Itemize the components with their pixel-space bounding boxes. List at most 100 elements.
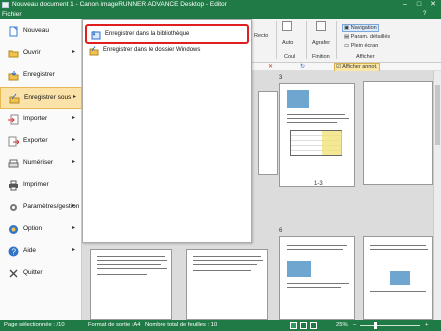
text-line bbox=[287, 118, 349, 119]
agrafer-button[interactable]: Agrafer bbox=[310, 39, 332, 47]
selected-page-status: Page sélectionnée : /10 bbox=[4, 322, 65, 328]
submenu-arrow-icon: ▸ bbox=[72, 247, 76, 253]
page-image bbox=[287, 90, 309, 108]
library-save-icon bbox=[91, 31, 101, 40]
vertical-scrollbar[interactable] bbox=[433, 71, 441, 320]
text-line bbox=[97, 264, 161, 265]
zoom-slider-knob[interactable] bbox=[374, 322, 377, 329]
rotate-icon[interactable]: ↻ bbox=[300, 63, 305, 70]
zoom-in-icon[interactable]: + bbox=[425, 320, 428, 331]
view-mode-icon[interactable] bbox=[300, 322, 307, 329]
text-line bbox=[370, 249, 428, 250]
menu-item-exporter[interactable]: Exporter ▸ bbox=[0, 131, 82, 153]
app-icon bbox=[2, 2, 9, 8]
menu-item-numeriser[interactable]: Numériser ▸ bbox=[0, 153, 82, 175]
submenu-arrow-icon: ▸ bbox=[72, 49, 76, 55]
menu-item-enregistrer[interactable]: Enregistrer bbox=[0, 65, 82, 87]
page-thumbnail[interactable] bbox=[363, 81, 433, 185]
navigation-button[interactable]: ▣ Navigation bbox=[342, 24, 379, 32]
menu-item-option[interactable]: Option ▸ bbox=[0, 219, 82, 241]
delete-icon[interactable]: ✕ bbox=[268, 63, 273, 70]
text-line bbox=[193, 256, 261, 257]
option-icon bbox=[9, 225, 18, 234]
text-line bbox=[193, 270, 251, 271]
help-icon[interactable]: ? bbox=[423, 11, 430, 18]
scan-icon bbox=[8, 159, 19, 168]
page-number: 3 bbox=[279, 75, 283, 81]
text-line bbox=[97, 256, 165, 257]
total-sheets-status: Nombre total de feuilles : 10 bbox=[145, 322, 218, 328]
maximize-icon[interactable]: □ bbox=[414, 0, 424, 10]
staple-icon bbox=[316, 21, 326, 31]
text-line bbox=[287, 287, 341, 288]
menu-item-nouveau[interactable]: Nouveau bbox=[0, 21, 82, 43]
text-line bbox=[287, 283, 349, 284]
text-line bbox=[97, 268, 167, 269]
save-to-library-item[interactable]: Enregistrer dans la bibliothèque bbox=[85, 24, 249, 44]
menu-item-quitter[interactable]: Quitter bbox=[0, 263, 82, 285]
export-icon bbox=[8, 136, 19, 147]
color-group-label: Coul bbox=[284, 54, 296, 60]
submenu-arrow-icon: ▸ bbox=[72, 225, 76, 231]
minimize-icon[interactable]: – bbox=[400, 0, 410, 10]
page-thumbnail[interactable] bbox=[363, 236, 433, 320]
page-range-label: 1-3 bbox=[314, 181, 323, 187]
page-image bbox=[390, 271, 410, 285]
full-screen-button[interactable]: ▭ Plein écran bbox=[342, 42, 380, 50]
ribbon: Recto Auto Coul Agrafer Finition ▣ Navig… bbox=[250, 19, 441, 63]
text-line bbox=[287, 122, 337, 123]
zoom-slider[interactable] bbox=[360, 325, 420, 326]
menu-bar: Fichier ? bbox=[0, 10, 441, 19]
page-thumbnail[interactable] bbox=[90, 249, 172, 320]
save-to-windows-folder-item[interactable]: Enregistrer dans le dossier Windows bbox=[85, 42, 249, 62]
finishing-group-label: Finition bbox=[312, 54, 330, 60]
save-icon bbox=[8, 71, 19, 81]
recto-button[interactable]: Recto bbox=[252, 32, 270, 40]
title-bar: Nouveau document 1 - Canon imageRUNNER A… bbox=[0, 0, 441, 10]
close-window-icon[interactable]: ✕ bbox=[428, 0, 438, 10]
text-line bbox=[370, 245, 426, 246]
menu-item-enregistrer-sous[interactable]: Enregistrer sous ▸ bbox=[0, 87, 82, 109]
page-number: 6 bbox=[279, 228, 283, 234]
text-line bbox=[97, 274, 147, 275]
submenu-arrow-icon: ▸ bbox=[72, 115, 76, 121]
file-menu: Nouveau Ouvrir ▸ Enregistrer Enregistrer … bbox=[0, 19, 82, 320]
open-folder-icon bbox=[8, 50, 19, 58]
submenu-arrow-icon: ▸ bbox=[73, 94, 77, 100]
ribbon-separator bbox=[276, 21, 277, 59]
ribbon-separator bbox=[306, 21, 307, 59]
save-as-submenu: Enregistrer dans la bibliothèque Enregis… bbox=[82, 19, 252, 243]
zoom-out-icon[interactable]: – bbox=[353, 320, 356, 331]
output-format-status: Format de sortie :A4 bbox=[88, 322, 141, 328]
close-icon bbox=[9, 269, 18, 278]
menu-item-imprimer[interactable]: Imprimer bbox=[0, 175, 82, 197]
submenu-arrow-icon: ▸ bbox=[72, 137, 76, 143]
page-thumbnail[interactable] bbox=[279, 83, 355, 187]
detailed-settings-button[interactable]: ▤ Param. détaillés bbox=[342, 33, 392, 41]
menu-item-importer[interactable]: Importer ▸ bbox=[0, 109, 82, 131]
zoom-level: 25% bbox=[336, 322, 348, 328]
table-highlight bbox=[322, 131, 342, 155]
page-thumbnail[interactable] bbox=[258, 91, 278, 175]
page-thumbnail[interactable] bbox=[186, 249, 268, 320]
menu-item-ouvrir[interactable]: Ouvrir ▸ bbox=[0, 43, 82, 65]
view-group-label: Afficher bbox=[356, 54, 375, 60]
printer-icon bbox=[9, 180, 18, 191]
text-line bbox=[193, 260, 263, 261]
menu-item-parametres[interactable]: Paramètres/gestion ▸ bbox=[0, 197, 82, 219]
color-mode-icon bbox=[282, 21, 292, 31]
view-mode-icon[interactable] bbox=[310, 322, 317, 329]
submenu-arrow-icon: ▸ bbox=[72, 203, 76, 209]
window-title: Nouveau document 1 - Canon imageRUNNER A… bbox=[12, 1, 227, 8]
page-thumbnail[interactable] bbox=[279, 236, 355, 320]
auto-button[interactable]: Auto bbox=[280, 39, 295, 47]
file-tab[interactable]: Fichier bbox=[2, 10, 22, 19]
view-mode-icon[interactable] bbox=[290, 322, 297, 329]
text-line bbox=[287, 249, 343, 250]
scrollbar-thumb[interactable] bbox=[435, 85, 440, 145]
new-document-icon bbox=[9, 26, 18, 37]
secondary-toolbar: ☑ Afficher annot. ✕ ↻ bbox=[250, 63, 441, 72]
menu-item-aide[interactable]: ? Aide ▸ bbox=[0, 241, 82, 263]
page-image bbox=[287, 261, 311, 277]
ribbon-separator bbox=[336, 21, 337, 59]
